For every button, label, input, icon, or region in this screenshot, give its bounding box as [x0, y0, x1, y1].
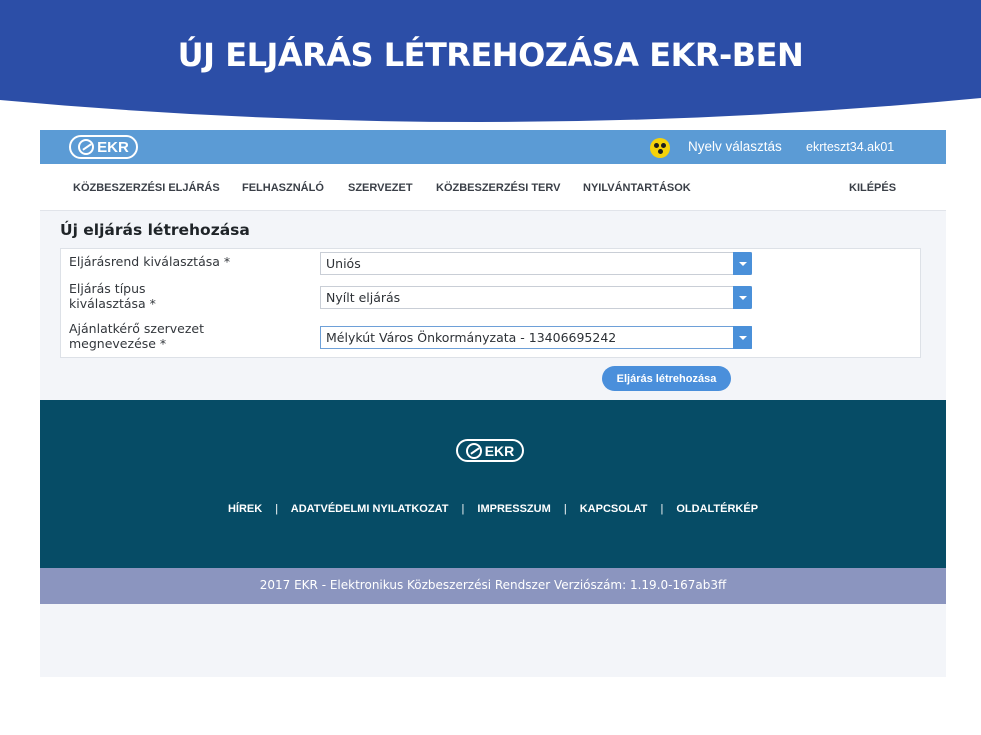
footer-link-privacy[interactable]: ADATVÉDELMI NYILATKOZAT — [291, 503, 449, 515]
footer-link-sitemap[interactable]: OLDALTÉRKÉP — [676, 503, 758, 515]
globe-icon — [465, 442, 482, 459]
create-procedure-button[interactable]: Eljárás létrehozása — [602, 366, 731, 391]
procedure-regime-label: Eljárásrend kiválasztása * — [69, 254, 231, 269]
contracting-authority-value: Mélykút Város Önkormányzata - 1340669524… — [326, 330, 617, 345]
user-name[interactable]: ekrteszt34.ak01 — [806, 140, 894, 154]
footer-link-imprint[interactable]: IMPRESSZUM — [477, 503, 550, 515]
language-selector[interactable]: Nyelv választás — [688, 139, 782, 154]
copyright-text: 2017 EKR - Elektronikus Közbeszerzési Re… — [259, 578, 727, 592]
globe-icon — [78, 139, 95, 155]
procedure-type-value: Nyílt eljárás — [326, 290, 401, 305]
logout-link[interactable]: KILÉPÉS — [849, 182, 896, 194]
footer: EKR HÍREK | ADATVÉDELMI NYILATKOZAT | IM… — [40, 400, 946, 568]
accessibility-icon[interactable] — [650, 138, 670, 158]
nav-item-procurement-procedure[interactable]: KÖZBESZERZÉSI ELJÁRÁS — [73, 182, 220, 194]
nav-item-registries[interactable]: NYILVÁNTARTÁSOK — [583, 182, 691, 194]
ekr-app-window: EKR Nyelv választás ekrteszt34.ak01 KÖZB… — [40, 130, 946, 677]
footer-link-news[interactable]: HÍREK — [228, 503, 262, 515]
procedure-regime-value: Uniós — [326, 256, 361, 271]
contracting-authority-select[interactable]: Mélykút Város Önkormányzata - 1340669524… — [320, 326, 752, 349]
new-procedure-form: Eljárásrend kiválasztása * Uniós Eljárás… — [60, 248, 921, 358]
footer-separator: | — [461, 503, 465, 515]
page-title: Új eljárás létrehozása — [60, 221, 250, 239]
procedure-regime-select[interactable]: Uniós — [320, 252, 752, 275]
chevron-down-icon[interactable] — [733, 252, 752, 275]
footer-logo-text: EKR — [484, 442, 515, 459]
footer-ekr-logo[interactable]: EKR — [456, 439, 524, 462]
footer-separator: | — [660, 503, 664, 515]
slide-title: ÚJ ELJÁRÁS LÉTREHOZÁSA EKR-BEN — [177, 36, 804, 74]
slide-banner: ÚJ ELJÁRÁS LÉTREHOZÁSA EKR-BEN — [0, 0, 981, 125]
chevron-down-icon[interactable] — [733, 326, 752, 349]
copyright-bar: 2017 EKR - Elektronikus Közbeszerzési Re… — [40, 568, 946, 604]
top-bar: EKR Nyelv választás ekrteszt34.ak01 — [40, 130, 946, 164]
footer-separator: | — [563, 503, 567, 515]
main-nav: KÖZBESZERZÉSI ELJÁRÁS FELHASZNÁLÓ SZERVE… — [40, 164, 946, 211]
nav-item-procurement-plan[interactable]: KÖZBESZERZÉSI TERV — [436, 182, 560, 194]
footer-link-contact[interactable]: KAPCSOLAT — [580, 503, 648, 515]
ekr-logo[interactable]: EKR — [69, 135, 138, 159]
logo-text: EKR — [97, 138, 129, 156]
nav-item-user[interactable]: FELHASZNÁLÓ — [242, 182, 324, 194]
footer-separator: | — [275, 503, 279, 515]
footer-links: HÍREK | ADATVÉDELMI NYILATKOZAT | IMPRES… — [40, 503, 946, 515]
procedure-type-select[interactable]: Nyílt eljárás — [320, 286, 752, 309]
nav-item-organization[interactable]: SZERVEZET — [348, 182, 413, 194]
chevron-down-icon[interactable] — [733, 286, 752, 309]
procedure-type-label: Eljárás típus kiválasztása * — [69, 281, 156, 311]
contracting-authority-label: Ajánlatkérő szervezet megnevezése * — [69, 321, 205, 351]
